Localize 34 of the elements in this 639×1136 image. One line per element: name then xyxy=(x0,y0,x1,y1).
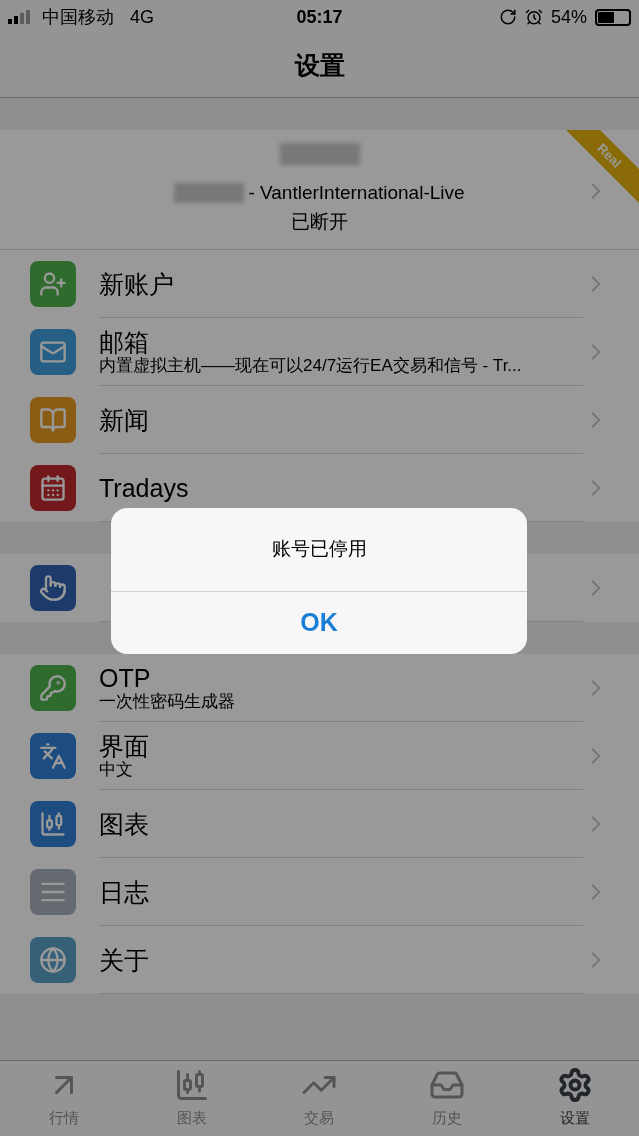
settings-row[interactable]: 图表 xyxy=(0,790,639,858)
settings-row[interactable]: 新账户 xyxy=(0,250,639,318)
network-label: 4G xyxy=(130,5,154,29)
blurred-login xyxy=(174,183,245,204)
rotation-lock-icon xyxy=(499,8,517,26)
tab-item[interactable]: 设置 xyxy=(511,1061,639,1136)
row-title: OTP xyxy=(99,663,152,692)
row-title: 日志 xyxy=(99,877,150,906)
account-server: - VantlerInternational-Live xyxy=(248,181,465,205)
page-title: 设置 xyxy=(294,49,345,81)
settings-row[interactable]: 新闻 xyxy=(0,386,639,454)
row-title: 新账户 xyxy=(99,269,175,298)
row-title: 界面 xyxy=(99,731,150,760)
connection-status: 已断开 xyxy=(291,209,348,234)
ok-button[interactable]: OK xyxy=(111,592,527,654)
row-subtitle: 内置虚拟主机——现在可以24/7运行EA交易和信号 - Tr... xyxy=(99,355,523,376)
settings-row[interactable]: OTP 一次性密码生成器 xyxy=(0,654,639,722)
alarm-icon xyxy=(525,8,543,26)
settings-row[interactable]: 关于 xyxy=(0,926,639,994)
carrier-label: 中国移动 xyxy=(42,5,114,29)
row-title: Tradays xyxy=(99,473,190,502)
battery-icon xyxy=(595,8,631,26)
row-subtitle: 一次性密码生成器 xyxy=(99,691,236,712)
row-title: 关于 xyxy=(99,945,150,974)
row-subtitle: 中文 xyxy=(99,759,134,780)
settings-row[interactable]: 日志 xyxy=(0,858,639,926)
clock-label: 05:17 xyxy=(296,5,343,29)
row-title: 新闻 xyxy=(99,405,150,434)
battery-label: 54% xyxy=(551,5,587,29)
row-title: 图表 xyxy=(99,809,150,838)
alert-message: 账号已停用 xyxy=(271,537,367,562)
settings-row[interactable]: 邮箱 内置虚拟主机——现在可以24/7运行EA交易和信号 - Tr... xyxy=(0,318,639,386)
row-title: 邮箱 xyxy=(99,327,150,356)
settings-row[interactable]: 界面 中文 xyxy=(0,722,639,790)
